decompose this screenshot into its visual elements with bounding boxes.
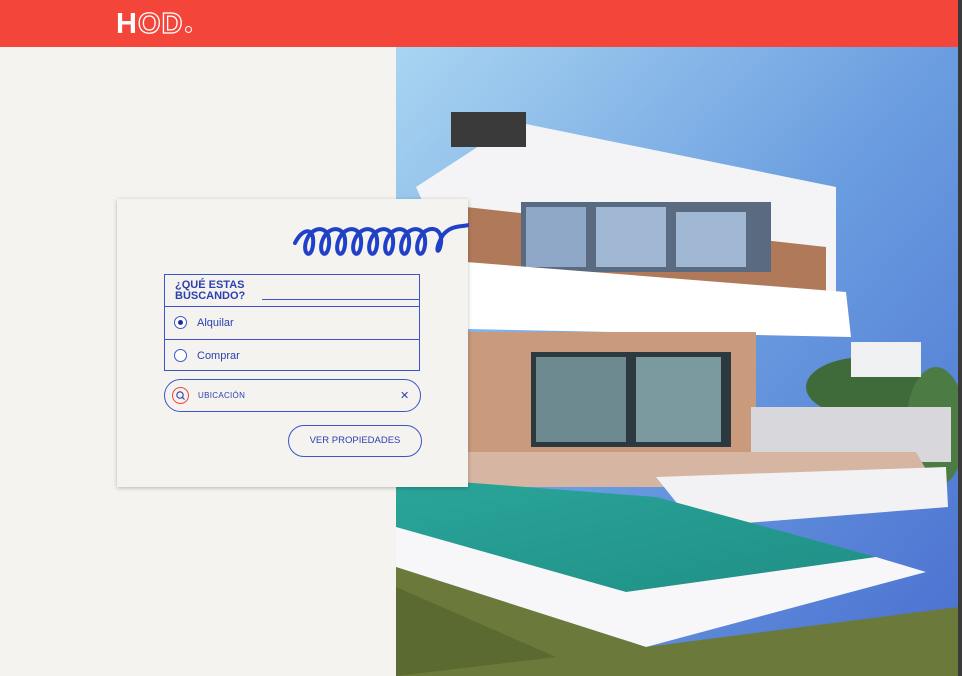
search-type-box: ¿QUÉ ESTAS BUSCANDO? Alquilar Comprar	[164, 274, 420, 371]
option-alquilar[interactable]: Alquilar	[165, 306, 419, 339]
option-comprar[interactable]: Comprar	[165, 339, 419, 372]
close-icon[interactable]: ✕	[400, 389, 409, 402]
window-edge	[958, 0, 962, 676]
location-placeholder: UBICACIÓN	[198, 391, 246, 400]
top-bar: HOD	[0, 0, 958, 47]
logo-letter: H	[116, 8, 138, 40]
squiggle-icon	[293, 223, 469, 256]
option-label: Comprar	[197, 350, 240, 362]
title-underline	[262, 299, 420, 300]
search-card: ¿QUÉ ESTAS BUSCANDO? Alquilar Comprar UB…	[117, 199, 469, 487]
search-question: ¿QUÉ ESTAS BUSCANDO?	[175, 279, 246, 302]
hero-house-image	[396, 47, 958, 676]
logo[interactable]: HOD	[116, 8, 193, 40]
radio-alquilar[interactable]	[174, 316, 187, 329]
radio-comprar[interactable]	[174, 349, 187, 362]
logo-outline-letters: OD	[137, 8, 184, 40]
option-label: Alquilar	[197, 317, 234, 329]
location-input[interactable]: UBICACIÓN ✕	[164, 379, 421, 412]
logo-dot	[185, 26, 193, 33]
search-icon	[172, 387, 189, 404]
view-properties-button[interactable]: VER PROPIEDADES	[288, 425, 422, 457]
